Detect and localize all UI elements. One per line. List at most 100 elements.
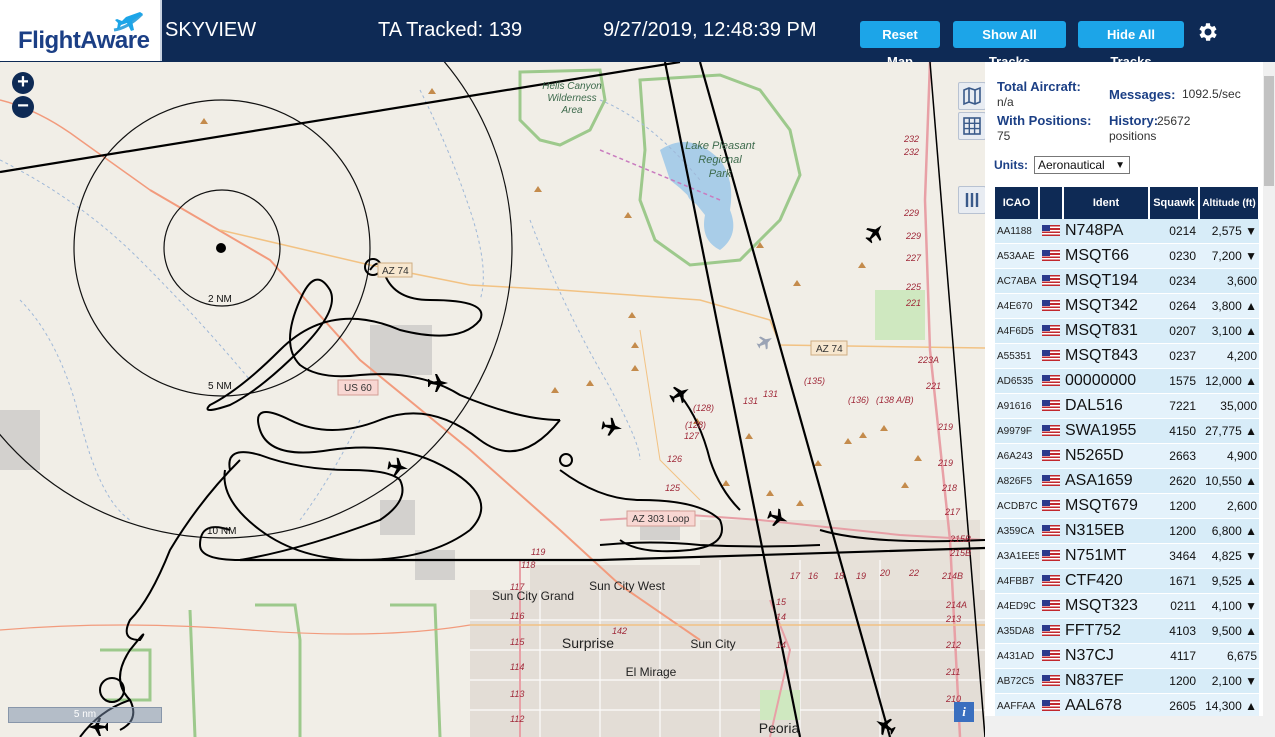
icao-cell: A359CA	[995, 518, 1039, 544]
with-positions-value: 75	[997, 129, 1011, 143]
with-positions-label: With Positions:	[997, 113, 1092, 128]
altitude-cell: 35,000	[1199, 393, 1259, 419]
place-hells-canyon: Hells Canyon	[542, 81, 602, 92]
flag-cell	[1039, 219, 1063, 244]
us-flag-icon	[1042, 575, 1060, 587]
datetime: 9/27/2019, 12:48:39 PM	[603, 19, 817, 41]
col-squawk[interactable]: Squawk	[1149, 187, 1200, 219]
route-number: 14	[776, 640, 786, 650]
altitude-cell: 6,800 ▲	[1199, 518, 1259, 544]
col-icao[interactable]: ICAO	[995, 187, 1040, 219]
map-view[interactable]: 2 NM 5 NM 10 NM Hells Canyon Wilderness …	[0, 62, 985, 737]
squawk-cell: 1200	[1149, 493, 1199, 519]
route-number: 131	[763, 389, 778, 399]
table-row[interactable]: A55351 MSQT843 0237 4,200	[995, 343, 1259, 369]
us-flag-icon	[1042, 625, 1060, 637]
info-button[interactable]: i	[954, 702, 974, 722]
squawk-cell: 2620	[1149, 468, 1199, 494]
grid-icon	[963, 117, 981, 135]
grid-button[interactable]	[958, 112, 985, 140]
col-ident[interactable]: Ident	[1063, 187, 1150, 219]
icao-cell: A4F6D5	[995, 318, 1039, 344]
flag-cell	[1039, 393, 1063, 419]
route-number: 20	[879, 568, 890, 578]
us-flag-icon	[1042, 600, 1060, 612]
zoom-in-button[interactable]: +	[12, 72, 34, 94]
table-row[interactable]: AB72C5 N837EF 1200 2,100 ▼	[995, 668, 1259, 694]
table-row[interactable]: A826F5 ASA1659 2620 10,550 ▲	[995, 468, 1259, 494]
table-row[interactable]: A4ED9C MSQT323 0211 4,100 ▼	[995, 593, 1259, 619]
show-all-tracks-button[interactable]: Show All Tracks	[953, 21, 1066, 69]
altitude-cell: 14,300 ▲	[1199, 693, 1259, 719]
svg-text:Wilderness: Wilderness	[547, 93, 596, 104]
flag-cell	[1039, 468, 1063, 494]
route-number: 215B	[949, 548, 971, 558]
table-row[interactable]: A4E670 MSQT342 0264 3,800 ▲	[995, 293, 1259, 319]
panel-horizontal-scrollbar[interactable]	[985, 716, 1263, 737]
route-number: 219	[937, 458, 953, 468]
route-number: 212	[945, 640, 961, 650]
altitude-cell: 6,675	[1199, 643, 1259, 669]
ident-cell: N751MT	[1063, 543, 1149, 569]
gear-icon[interactable]	[1196, 20, 1220, 44]
table-row[interactable]: AC7ABA MSQT194 0234 3,600	[995, 268, 1259, 294]
map-canvas[interactable]: 2 NM 5 NM 10 NM Hells Canyon Wilderness …	[0, 62, 985, 737]
squawk-cell: 0207	[1149, 318, 1199, 344]
zoom-out-button[interactable]: −	[12, 96, 34, 118]
ident-cell: ASA1659	[1063, 468, 1149, 494]
panel-scrollbar-thumb[interactable]	[1264, 76, 1274, 186]
table-row[interactable]: A3A1EE5 N751MT 3464 4,825 ▼	[995, 543, 1259, 569]
route-number: 114	[510, 662, 524, 672]
ident-cell: MSQT342	[1063, 293, 1149, 319]
altitude-cell: 4,825 ▼	[1199, 543, 1259, 569]
total-aircraft-label: Total Aircraft:	[997, 79, 1081, 94]
table-row[interactable]: A359CA N315EB 1200 6,800 ▲	[995, 518, 1259, 544]
table-row[interactable]: A6A243 N5265D 2663 4,900	[995, 443, 1259, 469]
history-value: 25672	[1157, 114, 1191, 128]
icao-cell: ACDB7C	[995, 493, 1039, 519]
route-number: 116	[510, 611, 524, 621]
us-flag-icon	[1042, 650, 1060, 662]
table-row[interactable]: AD6535 00000000 1575 12,000 ▲	[995, 368, 1259, 394]
table-row[interactable]: A91616 DAL516 7221 35,000	[995, 393, 1259, 419]
route-number: 18	[834, 571, 844, 581]
us-flag-icon	[1042, 300, 1060, 312]
shield-us60: US 60	[344, 383, 372, 394]
ident-cell: N37CJ	[1063, 643, 1149, 669]
table-row[interactable]: ACDB7C MSQT679 1200 2,600	[995, 493, 1259, 519]
table-row[interactable]: A35DA8 FFT752 4103 9,500 ▲	[995, 618, 1259, 644]
columns-button[interactable]	[958, 186, 985, 214]
map-layers-button[interactable]	[958, 82, 985, 110]
table-row[interactable]: A9979F SWA1955 4150 27,775 ▲	[995, 418, 1259, 444]
table-row[interactable]: A4F6D5 MSQT831 0207 3,100 ▲	[995, 318, 1259, 344]
col-altitude[interactable]: Altitude (ft)	[1199, 187, 1260, 219]
hide-all-tracks-button[interactable]: Hide All Tracks	[1078, 21, 1184, 69]
us-flag-icon	[1042, 475, 1060, 487]
ident-cell: SWA1955	[1063, 418, 1149, 444]
place-sun-city: Sun City	[690, 637, 735, 651]
us-flag-icon	[1042, 225, 1060, 237]
squawk-cell: 2663	[1149, 443, 1199, 469]
place-el-mirage: El Mirage	[626, 665, 677, 679]
chevron-down-icon: ▼	[1115, 160, 1125, 171]
icao-cell: AA1188	[995, 219, 1039, 244]
route-number: 223A	[917, 355, 939, 365]
reset-map-button[interactable]: Reset Map	[860, 21, 940, 69]
route-number: 14	[776, 612, 786, 622]
route-number: 117	[510, 582, 525, 592]
table-row[interactable]: AA1188 N748PA 0214 2,575 ▼	[995, 219, 1259, 244]
col-flag[interactable]	[1039, 187, 1064, 219]
us-flag-icon	[1042, 500, 1060, 512]
table-row[interactable]: AAFFAA AAL678 2605 14,300 ▲	[995, 693, 1259, 719]
ident-cell: 00000000	[1063, 368, 1149, 394]
flightaware-logo[interactable]: FlightAware	[0, 0, 162, 61]
us-flag-icon	[1042, 350, 1060, 362]
altitude-cell: 4,900	[1199, 443, 1259, 469]
table-row[interactable]: A4FBB7 CTF420 1671 9,525 ▲	[995, 568, 1259, 594]
flag-cell	[1039, 343, 1063, 369]
units-select[interactable]: Aeronautical ▼	[1034, 156, 1130, 174]
table-row[interactable]: A431AD N37CJ 4117 6,675	[995, 643, 1259, 669]
icao-cell: A4FBB7	[995, 568, 1039, 594]
route-number: 227	[905, 253, 922, 263]
table-row[interactable]: A53AAE MSQT66 0230 7,200 ▼	[995, 243, 1259, 269]
